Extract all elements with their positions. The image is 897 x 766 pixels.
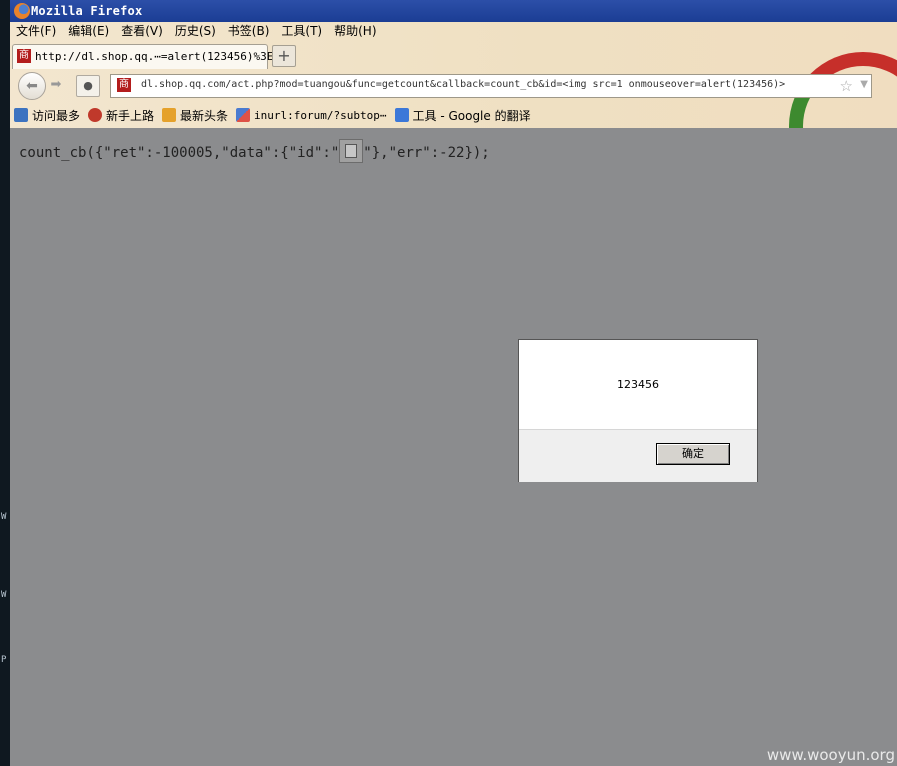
menu-file[interactable]: 文件(F) <box>10 22 62 40</box>
url-text[interactable]: dl.shop.qq.com/act.php?mod=tuangou&func=… <box>141 79 831 90</box>
broken-image-icon[interactable] <box>339 139 364 163</box>
url-dropdown-icon[interactable]: ▼ <box>860 79 868 90</box>
firefox-logo-icon <box>14 3 30 19</box>
arrow-right-icon: ➡ <box>50 77 62 92</box>
identity-icon: ● <box>83 79 93 92</box>
firefox-window: Mozilla Firefox 文件(F) 编辑(E) 查看(V) 历史(S) … <box>10 0 897 766</box>
bookmark-getting-started[interactable]: 新手上路 <box>88 107 154 124</box>
site-identity-button[interactable]: ● <box>76 75 100 97</box>
site-favicon-icon: 商 <box>117 78 131 92</box>
menu-bar: 文件(F) 编辑(E) 查看(V) 历史(S) 书签(B) 工具(T) 帮助(H… <box>10 22 383 40</box>
bookmark-star-icon[interactable]: ☆ <box>840 77 853 95</box>
response-text-before: count_cb({"ret":-100005,"data":{"id":" <box>19 145 340 161</box>
alert-dialog: 123456 确定 <box>518 339 758 482</box>
menu-history[interactable]: 历史(S) <box>169 22 222 40</box>
forward-button[interactable]: ➡ <box>46 75 66 95</box>
desktop-strip-char: P <box>1 655 7 665</box>
title-bar[interactable]: Mozilla Firefox <box>10 0 897 22</box>
bookmark-label: 工具 - Google 的翻译 <box>412 108 531 123</box>
jsonp-response-text: count_cb({"ret":-100005,"data":{"id":" "… <box>19 139 490 163</box>
alert-message: 123456 <box>617 378 659 391</box>
arrow-left-icon: ⬅ <box>26 78 38 94</box>
rss-feed-icon <box>162 108 177 122</box>
bookmark-most-visited[interactable]: 访问最多 <box>14 107 80 124</box>
tab-title: http://dl.shop.qq.⋯=alert(123456)%3E <box>35 50 274 63</box>
watermark: www.wooyun.org <box>766 746 895 764</box>
new-tab-button[interactable]: + <box>272 45 296 67</box>
bookmarks-toolbar: 访问最多 新手上路 最新头条 inurl:forum/?subtop⋯ 工具 -… <box>10 104 535 126</box>
response-text-after: "},"err":-22}); <box>363 145 490 161</box>
back-button[interactable]: ⬅ <box>18 72 46 100</box>
menu-edit[interactable]: 编辑(E) <box>62 22 115 40</box>
bookmark-label: 访问最多 <box>32 108 81 123</box>
menu-tools[interactable]: 工具(T) <box>275 22 328 40</box>
desktop-strip-char: W <box>1 512 7 522</box>
translate-icon <box>394 108 409 122</box>
desktop-strip-char: W <box>1 590 7 600</box>
menu-view[interactable]: 查看(V) <box>115 22 169 40</box>
menu-bookmarks[interactable]: 书签(B) <box>222 22 276 40</box>
url-bar[interactable]: 商 dl.shop.qq.com/act.php?mod=tuangou&fun… <box>110 74 872 98</box>
bookmark-inurl-forum[interactable]: inurl:forum/?subtop⋯ <box>236 108 387 122</box>
ok-button[interactable]: 确定 <box>656 443 730 465</box>
alert-footer: 确定 <box>519 429 757 482</box>
navigation-bar: ⬅ ➡ ● 商 dl.shop.qq.com/act.php?mod=tuang… <box>10 70 897 100</box>
desktop-left-strip: W W P <box>0 0 10 766</box>
bookmark-label: 最新头条 <box>180 108 229 123</box>
page-content: count_cb({"ret":-100005,"data":{"id":" "… <box>10 128 897 766</box>
window-title: Mozilla Firefox <box>31 4 143 18</box>
getting-started-icon <box>88 108 103 122</box>
bookmark-label: inurl:forum/?subtop⋯ <box>254 108 387 122</box>
bookmark-label: 新手上路 <box>106 108 155 123</box>
bookmark-latest-headlines[interactable]: 最新头条 <box>162 107 228 124</box>
google-icon <box>236 108 251 122</box>
most-visited-icon <box>14 108 28 122</box>
bookmark-google-translate[interactable]: 工具 - Google 的翻译 <box>394 107 531 124</box>
menu-help[interactable]: 帮助(H) <box>328 22 382 40</box>
site-favicon-icon: 商 <box>17 49 31 63</box>
tab-active[interactable]: 商 http://dl.shop.qq.⋯=alert(123456)%3E <box>12 44 273 69</box>
tab-strip: 商 http://dl.shop.qq.⋯=alert(123456)%3E + <box>10 42 897 69</box>
